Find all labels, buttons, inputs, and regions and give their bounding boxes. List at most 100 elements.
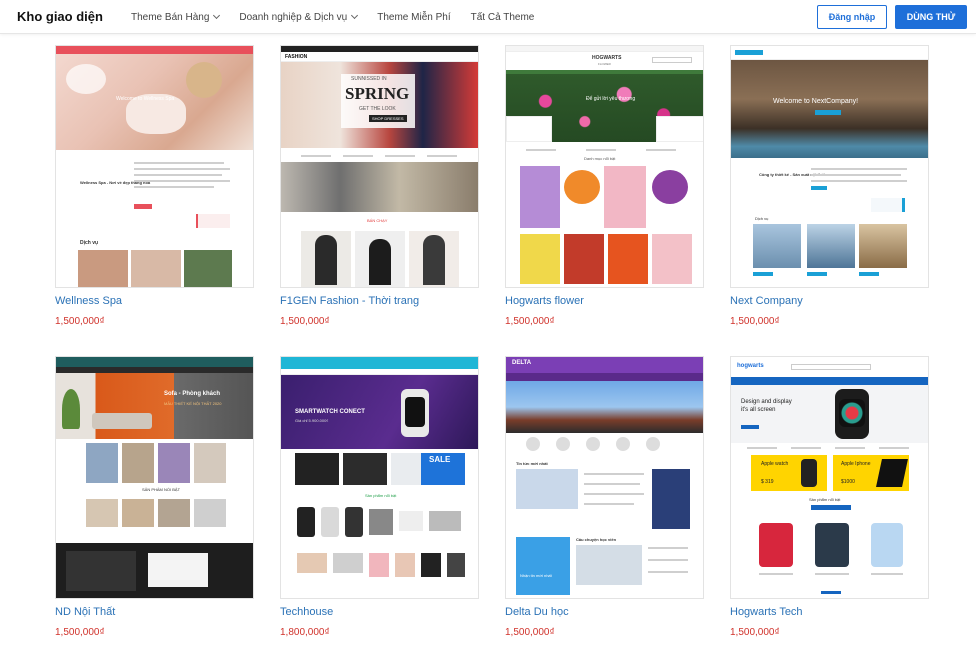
thumb-service-image bbox=[131, 250, 181, 287]
thumb-service-image bbox=[753, 224, 801, 268]
thumb-hero-image bbox=[506, 381, 703, 433]
theme-thumbnail[interactable]: SMARTWATCH CONECT Giá chỉ 5.900.000₫ SAL… bbox=[280, 356, 479, 599]
login-button[interactable]: Đăng nhập bbox=[817, 5, 887, 29]
thumb-side-banner bbox=[652, 469, 690, 529]
thumb-promo-box: Apple Iphone $1000 bbox=[833, 455, 909, 491]
chevron-down-icon bbox=[213, 11, 221, 20]
thumb-product bbox=[871, 523, 903, 567]
theme-title[interactable]: Next Company bbox=[730, 295, 929, 307]
thumb-product bbox=[429, 511, 461, 531]
theme-card-techhouse[interactable]: SMARTWATCH CONECT Giá chỉ 5.900.000₫ SAL… bbox=[280, 356, 479, 638]
theme-title[interactable]: Techhouse bbox=[280, 606, 479, 618]
theme-card-delta-du-hoc[interactable]: DELTA Tin tức mới nhất Nhận tin mới nhất… bbox=[505, 356, 704, 638]
thumb-promo-box: Apple watch $ 319 bbox=[751, 455, 827, 491]
thumb-news-image bbox=[516, 469, 578, 509]
theme-title[interactable]: Delta Du học bbox=[505, 606, 704, 618]
nav-item-theme-ban-hang[interactable]: Theme Bán Hàng bbox=[131, 11, 221, 23]
thumb-service-image bbox=[859, 224, 907, 268]
thumb-brand: hogwarts bbox=[737, 363, 764, 369]
thumb-block-label: BÁN CHẠY bbox=[367, 218, 388, 223]
theme-thumbnail[interactable]: DELTA Tin tức mới nhất Nhận tin mới nhất… bbox=[505, 356, 704, 599]
thumb-promo-box: Nhận tin mới nhất bbox=[516, 537, 570, 595]
theme-card-f1gen-fashion[interactable]: FASHION SUNNISSED IN SPRING GET THE LOOK… bbox=[280, 45, 479, 327]
theme-card-next-company[interactable]: Welcome to NextCompany! Công ty thiết kế… bbox=[730, 45, 929, 327]
thumb-product bbox=[604, 166, 646, 228]
theme-thumbnail[interactable]: hogwarts Design and display it's all scr… bbox=[730, 356, 929, 599]
thumb-product bbox=[447, 553, 465, 577]
thumb-product bbox=[86, 499, 118, 527]
thumb-sale-badge: SALE bbox=[429, 455, 451, 464]
thumb-block-label: SẢN PHẨM NỔI BẬT bbox=[142, 487, 181, 492]
thumb-showroom-banner bbox=[56, 543, 253, 598]
theme-price: 1,500,000₫ bbox=[280, 316, 330, 327]
thumb-block-label: Sản phẩm nổi bật bbox=[809, 497, 841, 502]
thumb-product bbox=[815, 523, 849, 567]
thumb-service-image bbox=[807, 224, 855, 268]
thumb-product bbox=[520, 166, 560, 228]
theme-price: 1,500,000₫ bbox=[55, 627, 105, 638]
thumb-hero-line: Design and display bbox=[741, 399, 792, 405]
thumb-intro: Wellness Spa - Nơi về đẹp thăng hoa bbox=[56, 150, 253, 230]
thumb-product bbox=[297, 507, 315, 537]
theme-price: 1,500,000₫ bbox=[730, 316, 780, 327]
thumb-product bbox=[564, 234, 604, 284]
thumb-hero-line: Sofa - Phòng khách bbox=[164, 391, 221, 397]
theme-card-hogwarts-tech[interactable]: hogwarts Design and display it's all scr… bbox=[730, 356, 929, 638]
theme-thumbnail[interactable]: HOGWARTS FLOWER Để gửi lời yêu thương Da… bbox=[505, 45, 704, 288]
theme-thumbnail[interactable]: FASHION SUNNISSED IN SPRING GET THE LOOK… bbox=[280, 45, 479, 288]
theme-title[interactable]: F1GEN Fashion - Thời trang bbox=[280, 295, 479, 307]
thumb-hero-button: SHOP DRESSES bbox=[369, 115, 407, 122]
thumb-product bbox=[333, 553, 363, 573]
theme-title[interactable]: Hogwarts Tech bbox=[730, 606, 929, 618]
thumb-brand: DELTA bbox=[512, 360, 532, 366]
theme-card-nd-noi-that[interactable]: Sofa - Phòng khách MẪU THIẾT KẾ NỘI THẤT… bbox=[55, 356, 254, 638]
thumb-product bbox=[369, 509, 393, 535]
theme-card-wellness-spa[interactable]: Welcome to Wellness Spa Wellness Spa - N… bbox=[55, 45, 254, 327]
thumb-hero-line: MẪU THIẾT KẾ NỘI THẤT 2020 bbox=[164, 401, 222, 406]
thumb-promo-price: $1000 bbox=[841, 479, 855, 485]
thumb-hero-line: Giá chỉ 5.900.000₫ bbox=[295, 418, 329, 423]
nav-item-theme-mien-phi[interactable]: Theme Miễn Phí bbox=[377, 12, 450, 23]
thumb-hero-line: GET THE LOOK bbox=[359, 106, 396, 112]
theme-price: 1,500,000₫ bbox=[505, 627, 555, 638]
theme-title[interactable]: Wellness Spa bbox=[55, 295, 254, 307]
thumb-block-label: Danh mục nổi bật bbox=[584, 156, 616, 161]
thumb-hero-image: SMARTWATCH CONECT Giá chỉ 5.900.000₫ bbox=[281, 375, 478, 449]
nav-label: Theme Bán Hàng bbox=[131, 11, 210, 23]
thumb-hero-image: Welcome to Wellness Spa bbox=[56, 54, 253, 150]
theme-thumbnail[interactable]: Sofa - Phòng khách MẪU THIẾT KẾ NỘI THẤT… bbox=[55, 356, 254, 599]
main-nav: Theme Bán Hàng Doanh nghiệp & Dịch vụ Th… bbox=[131, 0, 554, 34]
thumb-hero-text: Welcome to Wellness Spa bbox=[116, 96, 175, 102]
thumb-product bbox=[399, 511, 423, 531]
thumb-service-image bbox=[78, 250, 128, 287]
theme-thumbnail[interactable]: Welcome to NextCompany! Công ty thiết kế… bbox=[730, 45, 929, 288]
thumb-hero-line: SUNNISSED IN bbox=[351, 76, 387, 82]
theme-price: 1,500,000₫ bbox=[55, 316, 105, 327]
nav-label: Doanh nghiệp & Dịch vụ bbox=[239, 11, 348, 23]
thumb-promo-text: Apple Iphone bbox=[841, 461, 871, 467]
nav-item-doanh-nghiep[interactable]: Doanh nghiệp & Dịch vụ bbox=[239, 11, 359, 23]
top-navbar: Kho giao diện Theme Bán Hàng Doanh nghiệ… bbox=[0, 0, 976, 34]
theme-price: 1,500,000₫ bbox=[505, 316, 555, 327]
theme-title[interactable]: Hogwarts flower bbox=[505, 295, 704, 307]
thumb-hero-image: Sofa - Phòng khách MẪU THIẾT KẾ NỘI THẤT… bbox=[56, 373, 253, 439]
thumb-block-label: Tin tức mới nhất bbox=[516, 461, 548, 466]
thumb-product bbox=[759, 523, 793, 567]
nav-item-tat-ca-theme[interactable]: Tất Cả Theme bbox=[471, 12, 535, 23]
thumb-story-image bbox=[576, 545, 642, 585]
thumb-product bbox=[122, 499, 154, 527]
site-logo[interactable]: Kho giao diện bbox=[17, 9, 103, 24]
theme-price: 1,800,000₫ bbox=[280, 627, 330, 638]
thumb-hero-image: Design and display it's all screen bbox=[731, 385, 928, 443]
theme-title[interactable]: ND Nội Thất bbox=[55, 606, 254, 618]
thumb-product bbox=[395, 553, 415, 577]
thumb-product bbox=[369, 553, 389, 577]
try-button[interactable]: DÙNG THỬ bbox=[895, 5, 967, 29]
thumb-hero-line: SMARTWATCH CONECT bbox=[295, 409, 365, 415]
thumb-block-label: Câu chuyện học viên bbox=[576, 537, 617, 542]
thumb-promo-price: $ 319 bbox=[761, 479, 774, 485]
thumb-block-label: Sản phẩm nổi bật bbox=[365, 493, 397, 498]
theme-card-hogwarts-flower[interactable]: HOGWARTS FLOWER Để gửi lời yêu thương Da… bbox=[505, 45, 704, 327]
theme-thumbnail[interactable]: Welcome to Wellness Spa Wellness Spa - N… bbox=[55, 45, 254, 288]
theme-price: 1,500,000₫ bbox=[730, 627, 780, 638]
